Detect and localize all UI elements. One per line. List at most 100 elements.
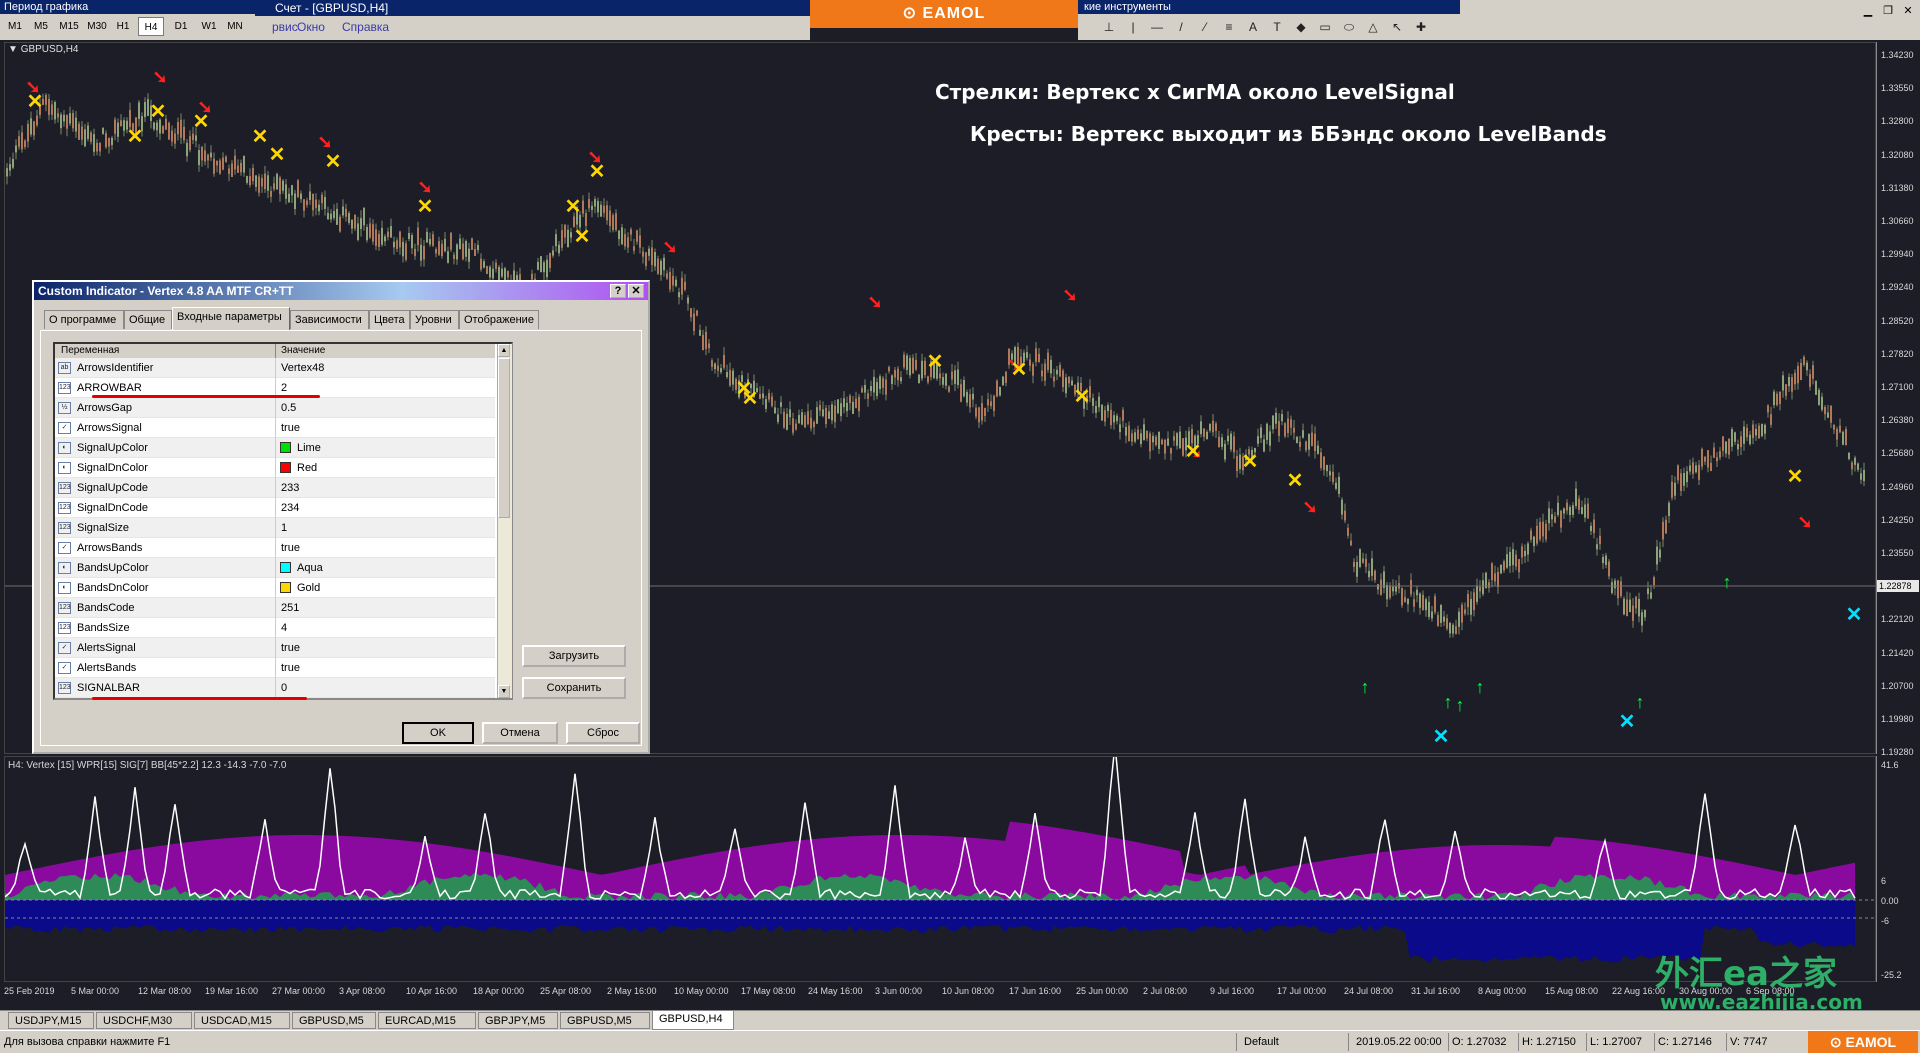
parameter-row[interactable]: ✓ AlertsSignal true [55,638,495,658]
period-separator-icon[interactable]: ⊥ [1100,18,1118,36]
chart-tab[interactable]: GBPJPY,M5 [478,1012,558,1029]
parameter-row[interactable]: ✓ ArrowsSignal true [55,418,495,438]
scroll-up-icon[interactable]: ▲ [498,344,510,357]
close-icon[interactable]: ✕ [1900,4,1916,18]
parameter-value[interactable]: true [281,642,300,654]
price-axis[interactable]: 1.34230 1.33550 1.32800 1.32080 1.31380 1.306… [1876,42,1920,757]
sell-arrow-icon: ➘ [1302,497,1317,517]
vertical-line-icon[interactable]: | [1124,18,1142,36]
angle-line-icon[interactable]: ⁄ [1196,18,1214,36]
color-swatch[interactable] [280,582,291,593]
timeframe-w1[interactable]: W1 [196,17,222,36]
parameter-value[interactable]: Aqua [297,562,323,574]
chart-tab[interactable]: USDJPY,M15 [8,1012,94,1029]
chart-tab[interactable]: USDCAD,M15 [194,1012,290,1029]
dialog-tab[interactable]: Входные параметры [172,307,290,330]
parameter-value[interactable]: 4 [281,622,287,634]
timeframe-h1[interactable]: H1 [110,17,136,36]
chart-tab[interactable]: USDCHF,M30 [96,1012,192,1029]
ok-button[interactable]: OK [402,722,474,744]
dialog-tab[interactable]: Зависимости [290,310,369,329]
parameter-row[interactable]: 123 BandsCode 251 [55,598,495,618]
save-button[interactable]: Сохранить [522,677,626,699]
parameter-value[interactable]: true [281,542,300,554]
trendline-icon[interactable]: / [1172,18,1190,36]
parameter-value[interactable]: 0.5 [281,402,296,414]
timeframe-m15[interactable]: M15 [56,17,82,36]
dialog-tab[interactable]: Общие [124,310,172,329]
color-swatch[interactable] [280,442,291,453]
parameter-row[interactable]: ◐ BandsDnColor Gold [55,578,495,598]
color-swatch[interactable] [280,462,291,473]
column-value[interactable]: Значение [281,345,325,356]
chart-tab[interactable]: GBPUSD,M5 [292,1012,376,1029]
parameter-value[interactable]: 0 [281,682,287,694]
cancel-button[interactable]: Отмена [482,722,558,744]
dialog-close-button[interactable]: ✕ [628,284,644,298]
parameter-value[interactable]: Red [297,462,317,474]
restore-icon[interactable]: ❐ [1880,4,1896,18]
dialog-tab[interactable]: Отображение [459,310,539,329]
dialog-tab[interactable]: Цвета [369,310,410,329]
parameter-value[interactable]: Lime [297,442,321,454]
status-close: C: 1.27146 [1658,1036,1712,1048]
parameter-value[interactable]: 233 [281,482,299,494]
column-variable[interactable]: Переменная [61,345,119,356]
parameter-value[interactable]: 234 [281,502,299,514]
parameter-row[interactable]: 123 SignalDnCode 234 [55,498,495,518]
fill-icon[interactable]: ◆ [1292,18,1310,36]
timeframe-h4[interactable]: H4 [138,17,164,36]
parameter-value[interactable]: Gold [297,582,320,594]
timeframe-m5[interactable]: M5 [28,17,54,36]
parameter-row[interactable]: 123 SIGNALBAR 0 [55,678,495,698]
cursor-icon[interactable]: ↖ [1388,18,1406,36]
parameter-row[interactable]: ab ArrowsIdentifier Vertex48 [55,358,495,378]
ellipse-icon[interactable]: ⬭ [1340,18,1358,36]
indicator-window[interactable] [4,744,1876,982]
parameter-row[interactable]: ◐ SignalDnColor Red [55,458,495,478]
timeframe-d1[interactable]: D1 [168,17,194,36]
column-divider [275,398,276,418]
timeframe-m1[interactable]: M1 [2,17,28,36]
dialog-tab[interactable]: О программе [44,310,124,329]
reset-button[interactable]: Сброс [566,722,640,744]
load-button[interactable]: Загрузить [522,645,626,667]
parameter-row[interactable]: ◐ SignalUpColor Lime [55,438,495,458]
parameter-row[interactable]: ✓ ArrowsBands true [55,538,495,558]
parameter-value[interactable]: 251 [281,602,299,614]
dialog-tab[interactable]: Уровни [410,310,459,329]
menu-item-window[interactable]: Окно [297,20,325,34]
scroll-down-icon[interactable]: ▼ [498,685,510,698]
minimize-icon[interactable]: ▁ [1860,4,1876,18]
triangle-icon[interactable]: △ [1364,18,1382,36]
text-icon[interactable]: A [1244,18,1262,36]
channel-icon[interactable]: ≡ [1220,18,1238,36]
parameter-value[interactable]: 1 [281,522,287,534]
parameter-value[interactable]: 2 [281,382,287,394]
dialog-help-button[interactable]: ? [610,284,626,298]
parameter-row[interactable]: ◐ BandsUpColor Aqua [55,558,495,578]
parameter-row[interactable]: 123 SignalSize 1 [55,518,495,538]
crosshair-icon[interactable]: ✚ [1412,18,1430,36]
chart-tab[interactable]: GBPUSD,H4 [652,1010,734,1030]
scroll-thumb[interactable] [498,358,510,518]
parameter-row[interactable]: 123 SignalUpCode 233 [55,478,495,498]
menu-item-service[interactable]: рвис [272,20,298,34]
color-swatch[interactable] [280,562,291,573]
chart-tab[interactable]: EURCAD,M15 [378,1012,476,1029]
parameter-row[interactable]: ½ ArrowsGap 0.5 [55,398,495,418]
banner-text: EAMOL [922,5,986,22]
rectangle-icon[interactable]: ▭ [1316,18,1334,36]
chart-tab[interactable]: GBPUSD,M5 [560,1012,650,1029]
menu-item-help[interactable]: Справка [342,20,389,34]
parameter-row[interactable]: 123 BandsSize 4 [55,618,495,638]
timeframe-mn[interactable]: MN [222,17,248,36]
indicator-canvas[interactable] [4,744,1875,981]
parameter-value[interactable]: true [281,422,300,434]
timeframe-m30[interactable]: M30 [84,17,110,36]
parameter-value[interactable]: true [281,662,300,674]
parameter-value[interactable]: Vertex48 [281,362,324,374]
parameter-row[interactable]: ✓ AlertsBands true [55,658,495,678]
horizontal-line-icon[interactable]: — [1148,18,1166,36]
text-label-icon[interactable]: T [1268,18,1286,36]
